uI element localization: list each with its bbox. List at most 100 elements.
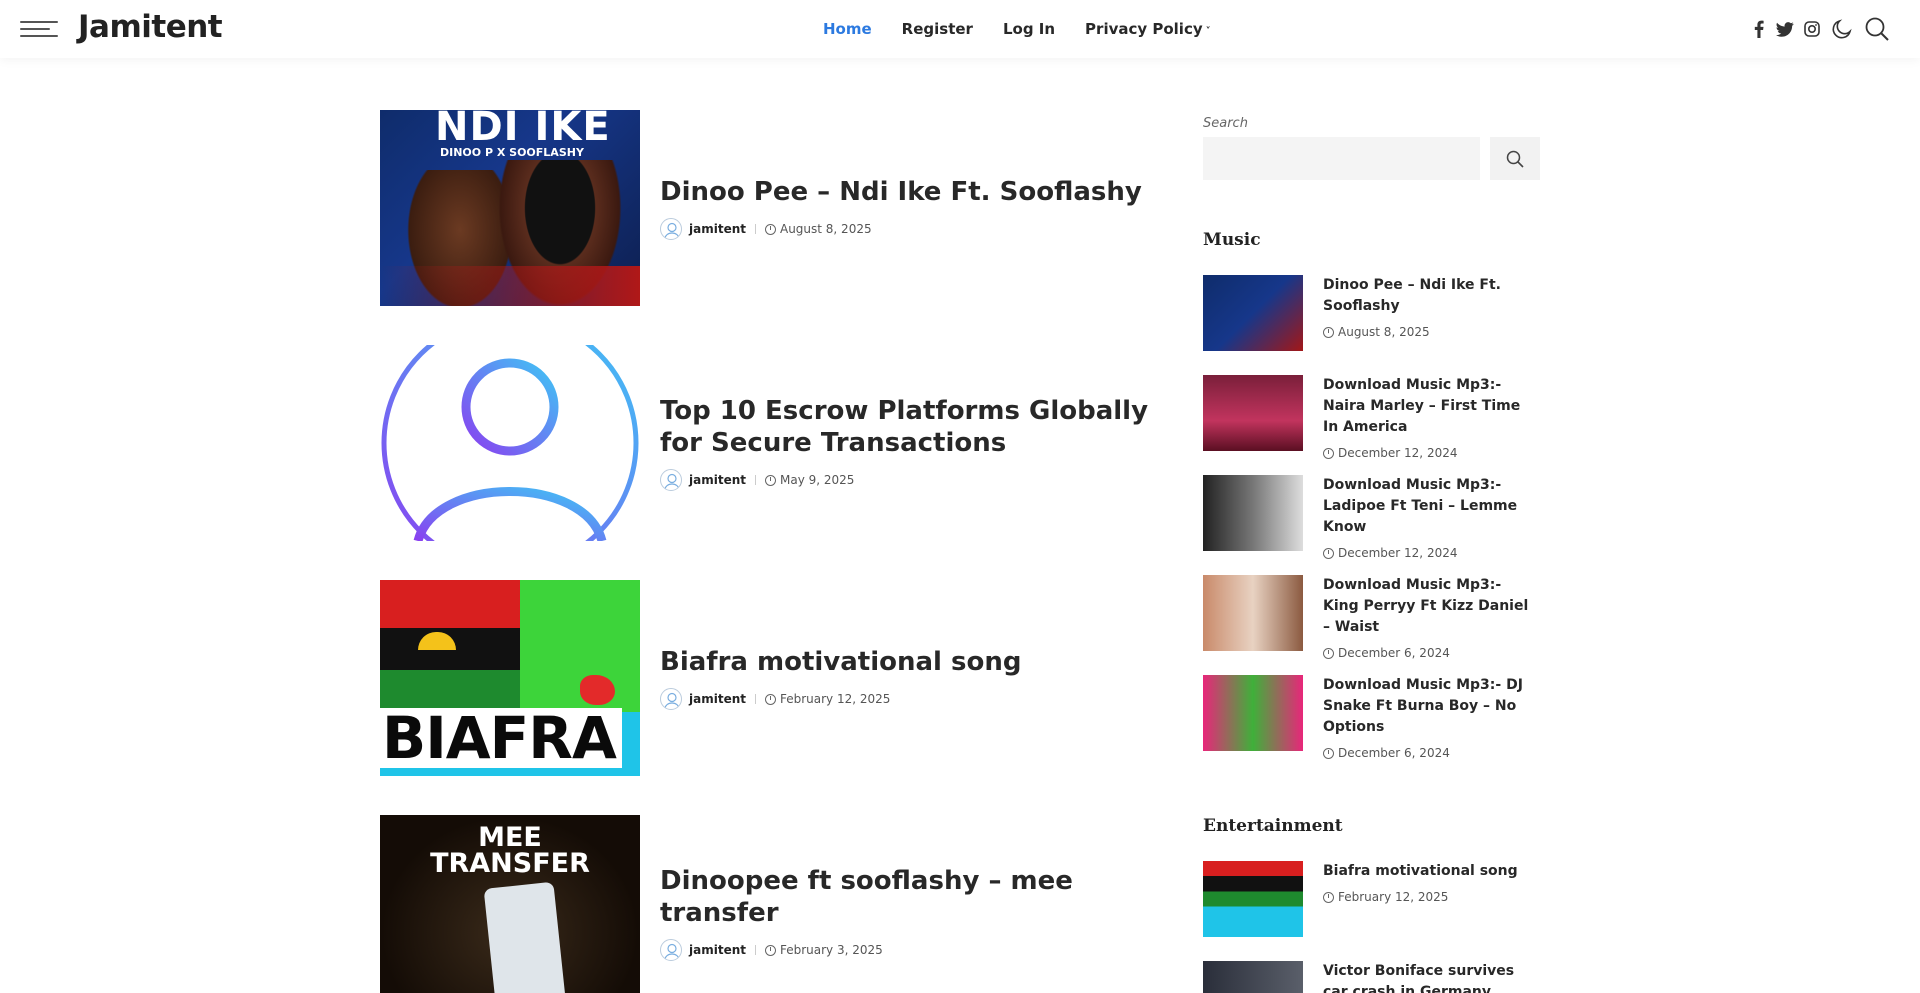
sidebar-post-date-text: August 8, 2025 [1338, 325, 1430, 339]
post-title[interactable]: Dinoopee ft sooflashy – mee transfer [660, 865, 1160, 929]
sidebar-thumbnail[interactable] [1203, 675, 1303, 751]
sidebar-post-body: Download Music Mp3:- King Perryy Ft Kizz… [1323, 575, 1540, 660]
sidebar-post-date-text: December 12, 2024 [1338, 546, 1458, 560]
post-date: February 12, 2025 [779, 692, 891, 706]
sidebar-post-date: February 12, 2025 [1323, 890, 1540, 904]
menu-icon[interactable] [20, 21, 60, 39]
sidebar-post-date: December 6, 2024 [1323, 646, 1540, 660]
sidebar-post-body: Biafra motivational song February 12, 20… [1323, 861, 1540, 904]
avatar[interactable] [660, 688, 682, 710]
post-author[interactable]: jamitent [689, 692, 746, 706]
sidebar-post-date-text: December 6, 2024 [1338, 646, 1450, 660]
sidebar-thumbnail[interactable] [1203, 275, 1303, 351]
clock-icon [764, 693, 776, 705]
sidebar-post-title[interactable]: Download Music Mp3:- Naira Marley – Firs… [1323, 375, 1540, 438]
post-meta: jamitent February 3, 2025 [660, 939, 1160, 961]
sidebar-post-date: December 6, 2024 [1323, 746, 1540, 760]
sidebar-post-date-text: December 6, 2024 [1338, 746, 1450, 760]
nav-login[interactable]: Log In [1003, 20, 1055, 38]
sidebar-post: Download Music Mp3:- Ladipoe Ft Teni – L… [1203, 475, 1540, 560]
sidebar-thumbnail[interactable] [1203, 475, 1303, 551]
sidebar-post-title[interactable]: Dinoo Pee – Ndi Ike Ft. Sooflashy [1323, 275, 1540, 317]
sidebar-post-body: Victor Boniface survives car crash in Ge… [1323, 961, 1540, 993]
thumbnail-subtitle-text: DINOO P X SOOFLASHY [440, 146, 584, 159]
sidebar-post-title[interactable]: Biafra motivational song [1323, 861, 1540, 882]
sidebar-thumbnail[interactable] [1203, 861, 1303, 937]
widget-title-music: Music [1203, 230, 1261, 250]
twitter-icon[interactable] [1776, 21, 1794, 37]
meta-divider [754, 475, 756, 485]
user-placeholder-icon [381, 345, 639, 541]
sidebar-post-date: December 12, 2024 [1323, 446, 1540, 460]
post-card: BIAFRA Biafra motivational song jamitent… [380, 580, 1160, 776]
avatar[interactable] [660, 218, 682, 240]
search-label: Search [1203, 116, 1248, 131]
nav-register[interactable]: Register [902, 20, 973, 38]
header-icons [1752, 0, 1890, 58]
site-header: Jamitent Home Register Log In Privacy Po… [0, 0, 1920, 58]
post-date: August 8, 2025 [779, 222, 872, 236]
facebook-icon[interactable] [1752, 20, 1766, 38]
nav-privacy-policy[interactable]: Privacy Policy ˅ [1085, 20, 1211, 38]
post-thumbnail[interactable] [380, 345, 640, 541]
sidebar-post-date: December 12, 2024 [1323, 546, 1540, 560]
sidebar-post-date-text: December 12, 2024 [1338, 446, 1458, 460]
post-author[interactable]: jamitent [689, 222, 746, 236]
widget-title-entertainment: Entertainment [1203, 816, 1343, 836]
phone-illustration [483, 881, 567, 993]
clock-icon [1323, 326, 1334, 338]
post-title[interactable]: Dinoo Pee – Ndi Ike Ft. Sooflashy [660, 176, 1160, 208]
post-meta: jamitent May 9, 2025 [660, 469, 1160, 491]
post-card: Top 10 Escrow Platforms Globally for Sec… [380, 345, 1160, 541]
clock-icon [1323, 747, 1334, 759]
meta-divider [754, 224, 756, 234]
nav-privacy-policy-label: Privacy Policy [1085, 20, 1203, 38]
search-icon[interactable] [1864, 16, 1890, 42]
meta-divider [754, 945, 756, 955]
avatar[interactable] [660, 939, 682, 961]
post-meta: jamitent August 8, 2025 [660, 218, 1160, 240]
sidebar-thumbnail[interactable] [1203, 375, 1303, 451]
sidebar-post-title[interactable]: Victor Boniface survives car crash in Ge… [1323, 961, 1540, 993]
post-date: February 3, 2025 [779, 943, 883, 957]
post-author[interactable]: jamitent [689, 943, 746, 957]
post-author[interactable]: jamitent [689, 473, 746, 487]
post-thumbnail[interactable]: MEE TRANSFER [380, 815, 640, 993]
flag-red-stripe [380, 580, 530, 628]
clock-icon [764, 944, 776, 956]
sidebar-post: Victor Boniface survives car crash in Ge… [1203, 961, 1540, 993]
sidebar-post: Download Music Mp3:- King Perryy Ft Kizz… [1203, 575, 1540, 660]
chevron-down-icon: ˅ [1205, 26, 1211, 37]
sidebar-thumbnail[interactable] [1203, 575, 1303, 651]
main-nav: Home Register Log In Privacy Policy ˅ [823, 0, 1241, 58]
post-title[interactable]: Top 10 Escrow Platforms Globally for Sec… [660, 395, 1160, 459]
sidebar-post-body: Dinoo Pee – Ndi Ike Ft. Sooflashy August… [1323, 275, 1540, 339]
sidebar-post-date: August 8, 2025 [1323, 325, 1540, 339]
dark-mode-icon[interactable] [1830, 17, 1854, 41]
post-body: Dinoopee ft sooflashy – mee transfer jam… [660, 815, 1160, 993]
instagram-icon[interactable] [1804, 21, 1820, 37]
nav-home[interactable]: Home [823, 20, 872, 38]
sidebar-thumbnail[interactable] [1203, 961, 1303, 993]
search-icon [1506, 150, 1524, 168]
map-highlight [580, 675, 615, 705]
sidebar-post: Download Music Mp3:- Naira Marley – Firs… [1203, 375, 1540, 460]
sidebar-post-title[interactable]: Download Music Mp3:- DJ Snake Ft Burna B… [1323, 675, 1540, 738]
post-body: Biafra motivational song jamitent Februa… [660, 580, 1160, 776]
sidebar-post-title[interactable]: Download Music Mp3:- King Perryy Ft Kizz… [1323, 575, 1540, 638]
search-input[interactable] [1203, 137, 1480, 180]
post-thumbnail[interactable]: BIAFRA [380, 580, 640, 776]
thumbnail-title-text: NDI IKE [435, 110, 611, 150]
search-button[interactable] [1490, 137, 1540, 180]
site-logo[interactable]: Jamitent [78, 9, 223, 45]
clock-icon [1323, 547, 1334, 559]
thumbnail-title-text: BIAFRA [380, 708, 622, 768]
sidebar-post-body: Download Music Mp3:- DJ Snake Ft Burna B… [1323, 675, 1540, 760]
post-body: Top 10 Escrow Platforms Globally for Sec… [660, 345, 1160, 541]
post-thumbnail[interactable]: NDI IKE DINOO P X SOOFLASHY [380, 110, 640, 306]
post-meta: jamitent February 12, 2025 [660, 688, 1160, 710]
avatar[interactable] [660, 469, 682, 491]
sidebar-post-title[interactable]: Download Music Mp3:- Ladipoe Ft Teni – L… [1323, 475, 1540, 538]
post-title[interactable]: Biafra motivational song [660, 646, 1160, 678]
post-body: Dinoo Pee – Ndi Ike Ft. Sooflashy jamite… [660, 110, 1160, 306]
